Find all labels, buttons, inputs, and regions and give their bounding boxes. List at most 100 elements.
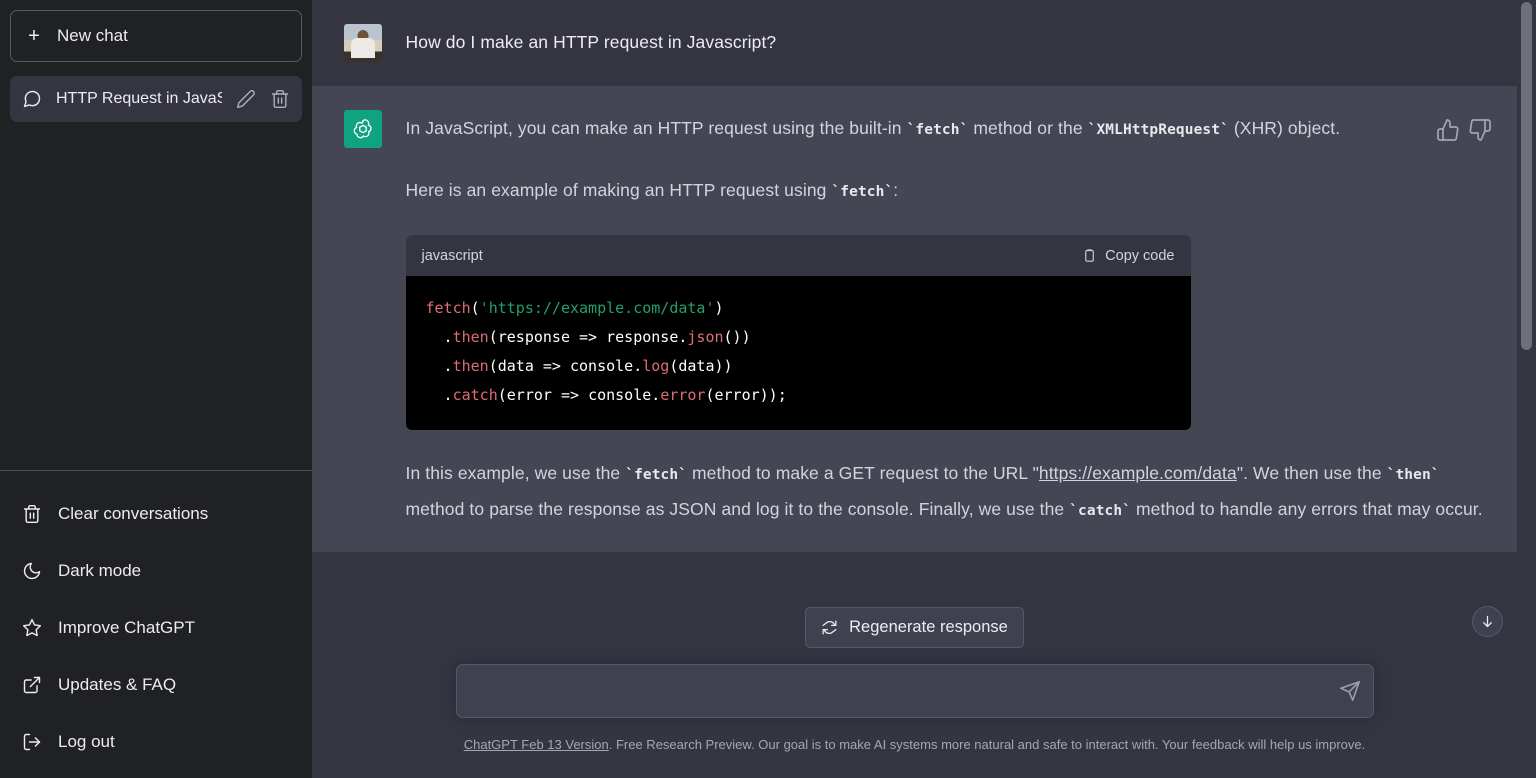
example-url-link[interactable]: https://example.com/data <box>1039 463 1237 483</box>
external-link-icon <box>22 675 42 695</box>
thumbs-down-icon[interactable] <box>1468 118 1492 142</box>
version-link[interactable]: ChatGPT Feb 13 Version <box>464 737 609 752</box>
conversation-item-active[interactable]: HTTP Request in JavaSc <box>10 76 302 122</box>
code-token: (data => <box>489 357 570 375</box>
sidebar-top: + New chat <box>0 10 312 62</box>
sidebar-item-clear-conversations[interactable]: Clear conversations <box>10 485 302 542</box>
trash-icon <box>22 504 42 524</box>
composer-row <box>312 664 1517 718</box>
code-token: catch <box>453 386 498 404</box>
user-message-text: How do I make an HTTP request in Javascr… <box>406 25 1486 59</box>
inline-code: `then` <box>1387 467 1440 483</box>
code-token: 'https://example.com/data' <box>480 299 715 317</box>
code-token: json <box>687 328 723 346</box>
code-token: fetch <box>426 299 471 317</box>
sidebar-footer: Clear conversations Dark mode Improve Ch… <box>0 470 312 770</box>
text-run: method or the <box>968 118 1087 138</box>
main-panel: How do I make an HTTP request in Javascr… <box>312 0 1536 778</box>
code-token: ) <box>715 299 724 317</box>
footer-disclaimer: ChatGPT Feb 13 Version. Free Research Pr… <box>312 737 1517 752</box>
code-token: console <box>570 357 633 375</box>
code-token: . <box>633 357 642 375</box>
code-block: javascript Copy code fetch('https://exam… <box>406 235 1191 430</box>
sidebar: + New chat HTTP Request in JavaSc Clear … <box>0 0 312 778</box>
trash-icon[interactable] <box>270 89 290 109</box>
sidebar-item-improve-chatgpt[interactable]: Improve ChatGPT <box>10 599 302 656</box>
assistant-paragraph-1: In JavaScript, you can make an HTTP requ… <box>406 111 1486 147</box>
code-token: (error => <box>498 386 588 404</box>
code-token: ( <box>471 299 480 317</box>
sidebar-item-label: Updates & FAQ <box>58 675 176 695</box>
conversation-list: HTTP Request in JavaSc <box>0 76 312 470</box>
thumbs-up-icon[interactable] <box>1436 118 1460 142</box>
code-token: error <box>660 386 705 404</box>
sidebar-item-label: Log out <box>58 732 115 752</box>
refresh-icon <box>821 619 838 636</box>
inline-code: `catch` <box>1069 503 1131 519</box>
sidebar-item-updates-faq[interactable]: Updates & FAQ <box>10 656 302 713</box>
clipboard-icon <box>1082 247 1097 264</box>
inline-code: `fetch` <box>907 122 969 138</box>
chatgpt-app: + New chat HTTP Request in JavaSc Clear … <box>0 0 1536 778</box>
logout-icon <box>22 732 42 752</box>
assistant-paragraph-3: In this example, we use the `fetch` meth… <box>406 456 1486 528</box>
text-run: In JavaScript, you can make an HTTP requ… <box>406 118 907 138</box>
code-token: . <box>651 386 660 404</box>
message-assistant: In JavaScript, you can make an HTTP requ… <box>312 86 1517 552</box>
conversation-title: HTTP Request in JavaSc <box>56 90 222 108</box>
sidebar-item-dark-mode[interactable]: Dark mode <box>10 542 302 599</box>
avatar <box>344 24 382 62</box>
avatar-body <box>351 38 375 58</box>
code-block-body[interactable]: fetch('https://example.com/data') .then(… <box>406 276 1191 430</box>
code-block-header: javascript Copy code <box>406 235 1191 276</box>
text-run: In this example, we use the <box>406 463 626 483</box>
message-user: How do I make an HTTP request in Javascr… <box>312 0 1517 86</box>
text-run: : <box>893 180 898 200</box>
chatgpt-logo-icon <box>344 110 382 148</box>
footer-text: . Free Research Preview. Our goal is to … <box>609 737 1366 752</box>
code-token: then <box>453 328 489 346</box>
code-token: . <box>426 357 453 375</box>
code-token: . <box>426 386 453 404</box>
code-token: log <box>642 357 669 375</box>
new-chat-label: New chat <box>57 26 128 46</box>
regenerate-response-button[interactable]: Regenerate response <box>805 607 1024 648</box>
code-token: (data)) <box>669 357 732 375</box>
regenerate-response-label: Regenerate response <box>849 618 1008 637</box>
moon-icon <box>22 561 42 581</box>
chat-bubble-icon <box>22 89 42 109</box>
text-run: ". We then use the <box>1237 463 1387 483</box>
send-icon[interactable] <box>1339 680 1361 702</box>
text-run: method to parse the response as JSON and… <box>406 499 1070 519</box>
code-token: then <box>453 357 489 375</box>
sidebar-item-label: Clear conversations <box>58 504 208 524</box>
regenerate-row: Regenerate response <box>312 607 1517 648</box>
inline-code: `fetch` <box>625 467 687 483</box>
text-run: Here is an example of making an HTTP req… <box>406 180 832 200</box>
text-run: method to handle any errors that may occ… <box>1131 499 1483 519</box>
chat-input[interactable] <box>457 665 1373 717</box>
code-token: ()) <box>724 328 751 346</box>
code-token: . <box>426 328 453 346</box>
new-chat-button[interactable]: + New chat <box>10 10 302 62</box>
copy-code-label: Copy code <box>1105 248 1174 264</box>
sidebar-item-label: Improve ChatGPT <box>58 618 195 638</box>
sidebar-item-log-out[interactable]: Log out <box>10 713 302 770</box>
star-icon <box>22 618 42 638</box>
sidebar-item-label: Dark mode <box>58 561 141 581</box>
text-run: method to make a GET request to the URL … <box>687 463 1039 483</box>
text-run: (XHR) object. <box>1229 118 1340 138</box>
message-thread[interactable]: How do I make an HTTP request in Javascr… <box>312 0 1517 778</box>
copy-code-button[interactable]: Copy code <box>1082 247 1174 264</box>
page-scrollbar[interactable] <box>1517 0 1536 778</box>
plus-icon: + <box>25 26 43 46</box>
code-token: (error)); <box>705 386 786 404</box>
composer[interactable] <box>456 664 1374 718</box>
code-language-label: javascript <box>422 248 483 264</box>
assistant-paragraph-2: Here is an example of making an HTTP req… <box>406 173 1486 209</box>
page-scrollbar-thumb[interactable] <box>1521 2 1532 350</box>
code-token: (response => response. <box>489 328 688 346</box>
code-token: console <box>588 386 651 404</box>
inline-code: `XMLHttpRequest` <box>1088 122 1229 138</box>
pencil-icon[interactable] <box>236 89 256 109</box>
